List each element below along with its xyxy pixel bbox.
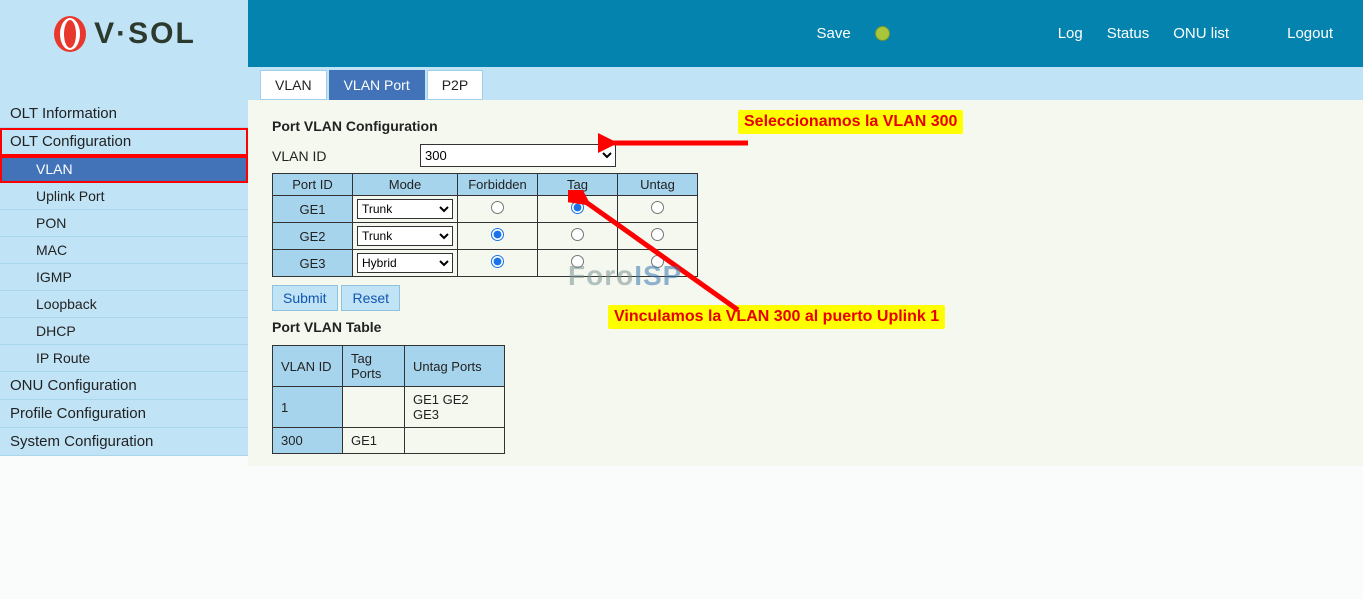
- vlan-row-untag: GE1 GE2 GE3: [405, 387, 505, 428]
- sidebar-item-igmp[interactable]: IGMP: [0, 264, 248, 291]
- table-row: 1 GE1 GE2 GE3: [273, 387, 505, 428]
- mode-select-ge2[interactable]: Trunk: [357, 226, 453, 246]
- port-ge1: GE1: [273, 196, 353, 223]
- vlan-id-select[interactable]: 300: [420, 144, 616, 167]
- radio-ge2-tag[interactable]: [571, 228, 584, 241]
- mode-select-ge1[interactable]: Trunk: [357, 199, 453, 219]
- tab-vlan-port[interactable]: VLAN Port: [329, 70, 425, 100]
- table-row: GE2 Trunk: [273, 223, 698, 250]
- tab-p2p[interactable]: P2P: [427, 70, 483, 100]
- radio-ge1-tag[interactable]: [571, 201, 584, 214]
- vlan-table-col-tag: Tag Ports: [343, 346, 405, 387]
- logo-icon: [52, 14, 88, 54]
- vlan-row-id: 1: [273, 387, 343, 428]
- sidebar: OLT Information OLT Configuration VLAN U…: [0, 100, 248, 456]
- radio-ge2-untag[interactable]: [651, 228, 664, 241]
- tab-strip: VLAN VLAN Port P2P: [248, 67, 1363, 100]
- logo-area: V·SOL: [0, 0, 248, 67]
- sidebar-item-pon[interactable]: PON: [0, 210, 248, 237]
- brand-logo: V·SOL: [52, 14, 196, 54]
- vlan-row-untag: [405, 428, 505, 454]
- vlan-id-label: VLAN ID: [272, 148, 420, 164]
- col-tag: Tag: [538, 174, 618, 196]
- header-bar: Save Log Status ONU list Logout: [248, 0, 1363, 67]
- status-indicator-icon: [875, 26, 890, 41]
- port-ge3: GE3: [273, 250, 353, 277]
- radio-ge2-forbidden[interactable]: [491, 228, 504, 241]
- vlan-row-id: 300: [273, 428, 343, 454]
- sidebar-item-system-configuration[interactable]: System Configuration: [0, 428, 248, 456]
- radio-ge1-untag[interactable]: [651, 201, 664, 214]
- sidebar-item-olt-information[interactable]: OLT Information: [0, 100, 248, 128]
- onulist-link[interactable]: ONU list: [1173, 25, 1229, 42]
- table-row: 300 GE1: [273, 428, 505, 454]
- annotation-1: Seleccionamos la VLAN 300: [738, 110, 963, 134]
- save-link[interactable]: Save: [817, 25, 851, 42]
- content-area: Port VLAN Configuration VLAN ID 300 Port…: [248, 100, 1363, 466]
- table-row: GE1 Trunk: [273, 196, 698, 223]
- vlan-row-tag: GE1: [343, 428, 405, 454]
- watermark: ForoISP: [568, 260, 682, 292]
- sidebar-item-onu-configuration[interactable]: ONU Configuration: [0, 372, 248, 400]
- submit-button[interactable]: Submit: [272, 285, 338, 311]
- sidebar-item-mac[interactable]: MAC: [0, 237, 248, 264]
- log-link[interactable]: Log: [1058, 25, 1083, 42]
- vlan-table: VLAN ID Tag Ports Untag Ports 1 GE1 GE2 …: [272, 345, 505, 454]
- vlan-row-tag: [343, 387, 405, 428]
- sidebar-item-profile-configuration[interactable]: Profile Configuration: [0, 400, 248, 428]
- col-untag: Untag: [618, 174, 698, 196]
- sidebar-item-dhcp[interactable]: DHCP: [0, 318, 248, 345]
- sidebar-item-iproute[interactable]: IP Route: [0, 345, 248, 372]
- tab-vlan[interactable]: VLAN: [260, 70, 327, 100]
- logout-link[interactable]: Logout: [1287, 25, 1333, 42]
- col-forbidden: Forbidden: [458, 174, 538, 196]
- vlan-table-col-untag: Untag Ports: [405, 346, 505, 387]
- vlan-table-col-vlan: VLAN ID: [273, 346, 343, 387]
- radio-ge1-forbidden[interactable]: [491, 201, 504, 214]
- sidebar-item-loopback[interactable]: Loopback: [0, 291, 248, 318]
- radio-ge3-forbidden[interactable]: [491, 255, 504, 268]
- sidebar-item-olt-configuration[interactable]: OLT Configuration: [0, 128, 248, 156]
- col-mode: Mode: [353, 174, 458, 196]
- mode-select-ge3[interactable]: Hybrid: [357, 253, 453, 273]
- annotation-2: Vinculamos la VLAN 300 al puerto Uplink …: [608, 305, 945, 329]
- col-port: Port ID: [273, 174, 353, 196]
- status-link[interactable]: Status: [1107, 25, 1150, 42]
- port-ge2: GE2: [273, 223, 353, 250]
- sidebar-item-vlan[interactable]: VLAN: [0, 156, 248, 183]
- reset-button[interactable]: Reset: [341, 285, 400, 311]
- sidebar-item-uplink-port[interactable]: Uplink Port: [0, 183, 248, 210]
